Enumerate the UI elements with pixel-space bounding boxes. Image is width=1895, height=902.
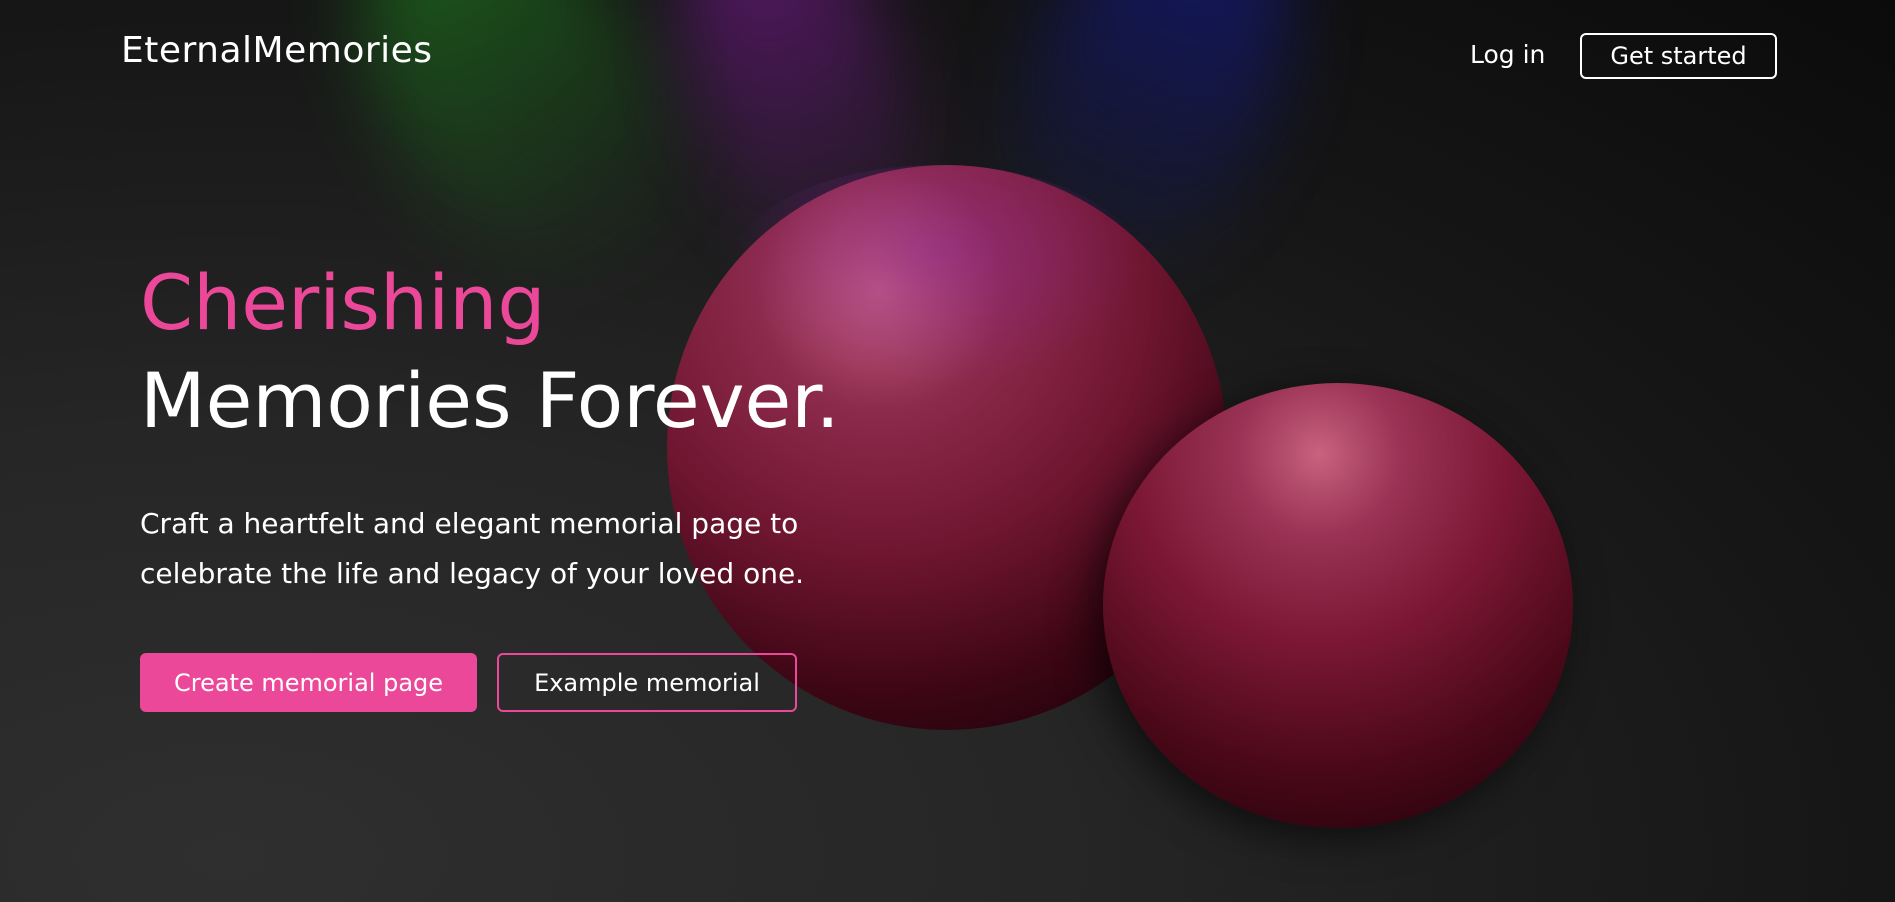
login-link[interactable]: Log in — [1470, 40, 1545, 69]
cta-row: Create memorial page Example memorial — [140, 653, 797, 712]
example-memorial-button[interactable]: Example memorial — [497, 653, 797, 712]
get-started-button[interactable]: Get started — [1580, 33, 1777, 79]
background-sphere-small — [1103, 383, 1573, 828]
brand-logo[interactable]: EternalMemories — [121, 30, 433, 71]
headline-accent: Cherishing — [140, 258, 546, 347]
create-memorial-button[interactable]: Create memorial page — [140, 653, 477, 712]
hero-section: Cherishing Memories Forever. Craft a hea… — [140, 265, 860, 599]
headline-main: Memories Forever. — [140, 356, 840, 445]
hero-subtitle: Craft a heartfelt and elegant memorial p… — [140, 507, 805, 590]
top-navigation: EternalMemories Log in Get started — [0, 0, 1895, 110]
